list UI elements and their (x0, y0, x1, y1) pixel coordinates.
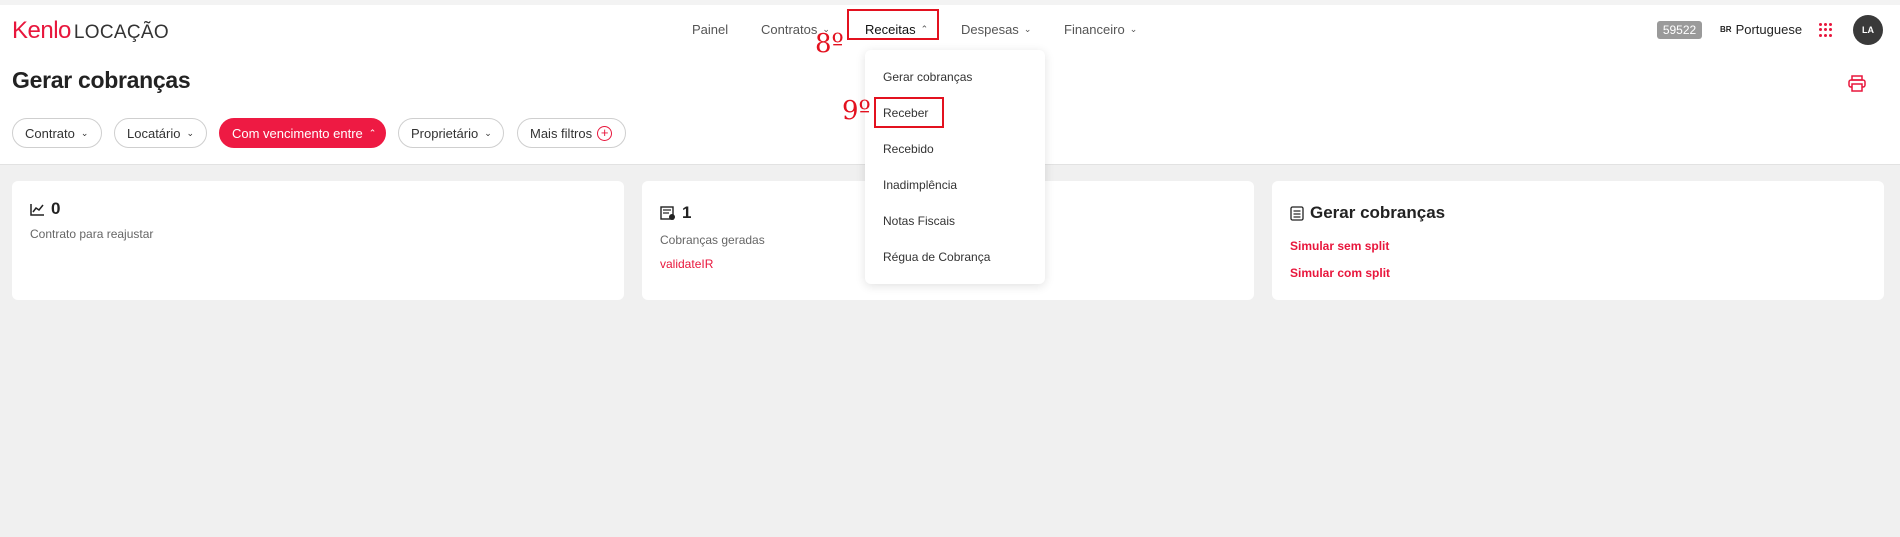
plus-circle-icon: + (597, 125, 613, 141)
card-title: Gerar cobranças (1310, 203, 1446, 222)
logo-brand: Kenlo (12, 17, 71, 44)
language-selector[interactable]: BR Portuguese (1720, 22, 1802, 37)
account-badge: 59522 (1657, 21, 1702, 39)
logo-product: LOCAÇÃO (73, 22, 169, 43)
nav-item-label: Financeiro (1064, 22, 1125, 37)
receitas-dropdown-menu: Gerar cobranças Receber Recebido Inadimp… (865, 50, 1045, 284)
logo[interactable]: Kenlo LOCAÇÃO (12, 17, 169, 44)
chevron-down-icon: ⌄ (1023, 24, 1032, 34)
filter-contrato[interactable]: Contrato ⌄ (12, 118, 102, 148)
simulate-no-split-link[interactable]: Simular sem split (1290, 239, 1389, 253)
nav-item-label: Painel (692, 22, 729, 37)
filter-proprietario[interactable]: Proprietário ⌄ (398, 118, 504, 148)
filter-label: Mais filtros (530, 125, 593, 141)
menu-item-inadimplencia[interactable]: Inadimplência (883, 178, 957, 192)
validate-link[interactable]: validateIR (660, 257, 713, 271)
nav-despesas[interactable]: Despesas ⌄ (961, 22, 1034, 37)
simulate-split-link[interactable]: Simular com split (1290, 266, 1390, 280)
nav-financeiro[interactable]: Financeiro ⌄ (1064, 22, 1140, 37)
apps-grid-icon[interactable] (1819, 23, 1833, 37)
nav-item-label: Despesas (961, 22, 1019, 37)
avatar[interactable]: LA (1853, 15, 1883, 45)
filter-label: Com vencimento entre (232, 125, 363, 141)
chevron-down-icon: ⌄ (484, 127, 492, 138)
card-gerar: Gerar cobranças Simular sem split Simula… (1272, 181, 1884, 300)
filter-label: Proprietário (411, 125, 479, 141)
nav-item-label: Contratos (761, 22, 818, 37)
card-reajuste: 0 Contrato para reajustar (12, 181, 624, 300)
chevron-up-icon: ⌃ (368, 127, 377, 138)
card-header: 1 (660, 203, 691, 223)
flag-icon: BR (1720, 25, 1732, 34)
step-label-8: 8º (815, 29, 844, 59)
highlight-receber (874, 97, 944, 128)
page-title: Gerar cobranças (12, 67, 191, 93)
invoice-icon (660, 206, 675, 220)
nav-painel[interactable]: Painel (692, 22, 728, 37)
filter-label: Contrato (25, 125, 75, 141)
menu-item-notas-fiscais[interactable]: Notas Fiscais (883, 214, 955, 228)
menu-item-recebido[interactable]: Recebido (883, 142, 934, 156)
print-icon[interactable] (1848, 75, 1866, 92)
language-label: Portuguese (1735, 22, 1803, 37)
card-header: Gerar cobranças (1290, 203, 1445, 223)
step-label-9: 9º (842, 96, 871, 126)
trending-up-icon (30, 203, 44, 216)
filter-more[interactable]: Mais filtros + (517, 118, 626, 148)
card-label: Cobranças geradas (660, 233, 765, 247)
chevron-down-icon: ⌄ (1129, 24, 1138, 34)
menu-item-gerar-cobrancas[interactable]: Gerar cobranças (883, 70, 972, 84)
chevron-down-icon: ⌄ (80, 127, 89, 138)
filter-vencimento[interactable]: Com vencimento entre ⌃ (219, 118, 386, 148)
card-label: Contrato para reajustar (30, 227, 154, 241)
chevron-down-icon: ⌄ (186, 127, 195, 138)
highlight-receitas (847, 9, 939, 40)
menu-item-regua-cobranca[interactable]: Régua de Cobrança (883, 250, 990, 264)
list-icon (1290, 205, 1304, 221)
card-count: 0 (51, 199, 61, 218)
card-count: 1 (682, 203, 692, 222)
card-header: 0 (30, 199, 60, 219)
filter-locatario[interactable]: Locatário ⌄ (114, 118, 207, 148)
filter-label: Locatário (127, 125, 181, 141)
